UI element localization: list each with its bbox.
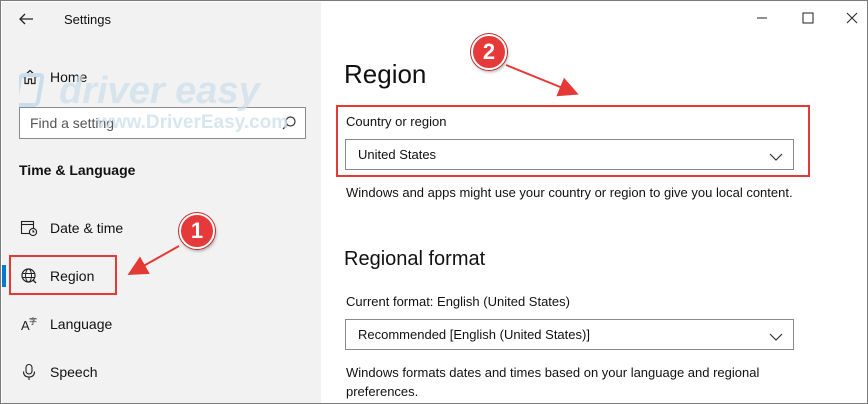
search-input[interactable]: [30, 113, 280, 133]
country-highlight-box: [336, 105, 810, 177]
title-bar: Settings: [2, 2, 321, 36]
sidebar-item-language[interactable]: A字 Language: [2, 304, 321, 344]
sidebar-item-label: Date & time: [50, 220, 124, 236]
country-description: Windows and apps might use your country …: [346, 185, 793, 200]
settings-window: Settings Home Time & Language Date & tim…: [0, 0, 868, 404]
regional-format-title: Regional format: [344, 248, 486, 270]
close-icon[interactable]: [837, 7, 867, 29]
section-title: Time & Language: [19, 162, 136, 178]
sidebar: Settings Home Time & Language Date & tim…: [2, 2, 321, 403]
page-title: Region: [344, 59, 427, 89]
search-icon[interactable]: [281, 115, 297, 136]
sidebar-item-date-time[interactable]: Date & time: [2, 208, 321, 248]
region-highlight-box: [9, 255, 117, 295]
regional-format-value: Recommended [English (United States)]: [358, 327, 590, 342]
maximize-icon[interactable]: [793, 7, 823, 29]
arrow-step2: [505, 64, 579, 97]
active-indicator: [2, 265, 6, 287]
back-arrow-icon[interactable]: [14, 8, 38, 30]
app-title: Settings: [64, 12, 111, 27]
calendar-clock-icon: [20, 219, 38, 237]
chevron-down-icon: [769, 329, 783, 347]
microphone-icon: [20, 363, 38, 381]
search-box[interactable]: [19, 107, 306, 139]
nav-home[interactable]: Home: [2, 62, 321, 92]
sidebar-item-label: Speech: [50, 364, 98, 380]
step-1-badge: 1: [179, 213, 215, 249]
regional-format-dropdown[interactable]: Recommended [English (United States)]: [345, 319, 794, 350]
regional-format-description: Windows formats dates and times based on…: [346, 365, 760, 399]
sidebar-item-label: Language: [50, 316, 113, 332]
current-format-label: Current format: English (United States): [346, 294, 570, 309]
nav-home-label: Home: [50, 69, 88, 85]
language-icon: A字: [20, 315, 38, 333]
minimize-icon[interactable]: [747, 7, 777, 29]
step-2-badge: 2: [471, 34, 507, 70]
svg-text:字: 字: [29, 316, 37, 326]
sidebar-item-speech[interactable]: Speech: [2, 352, 321, 392]
home-icon: [21, 68, 39, 91]
